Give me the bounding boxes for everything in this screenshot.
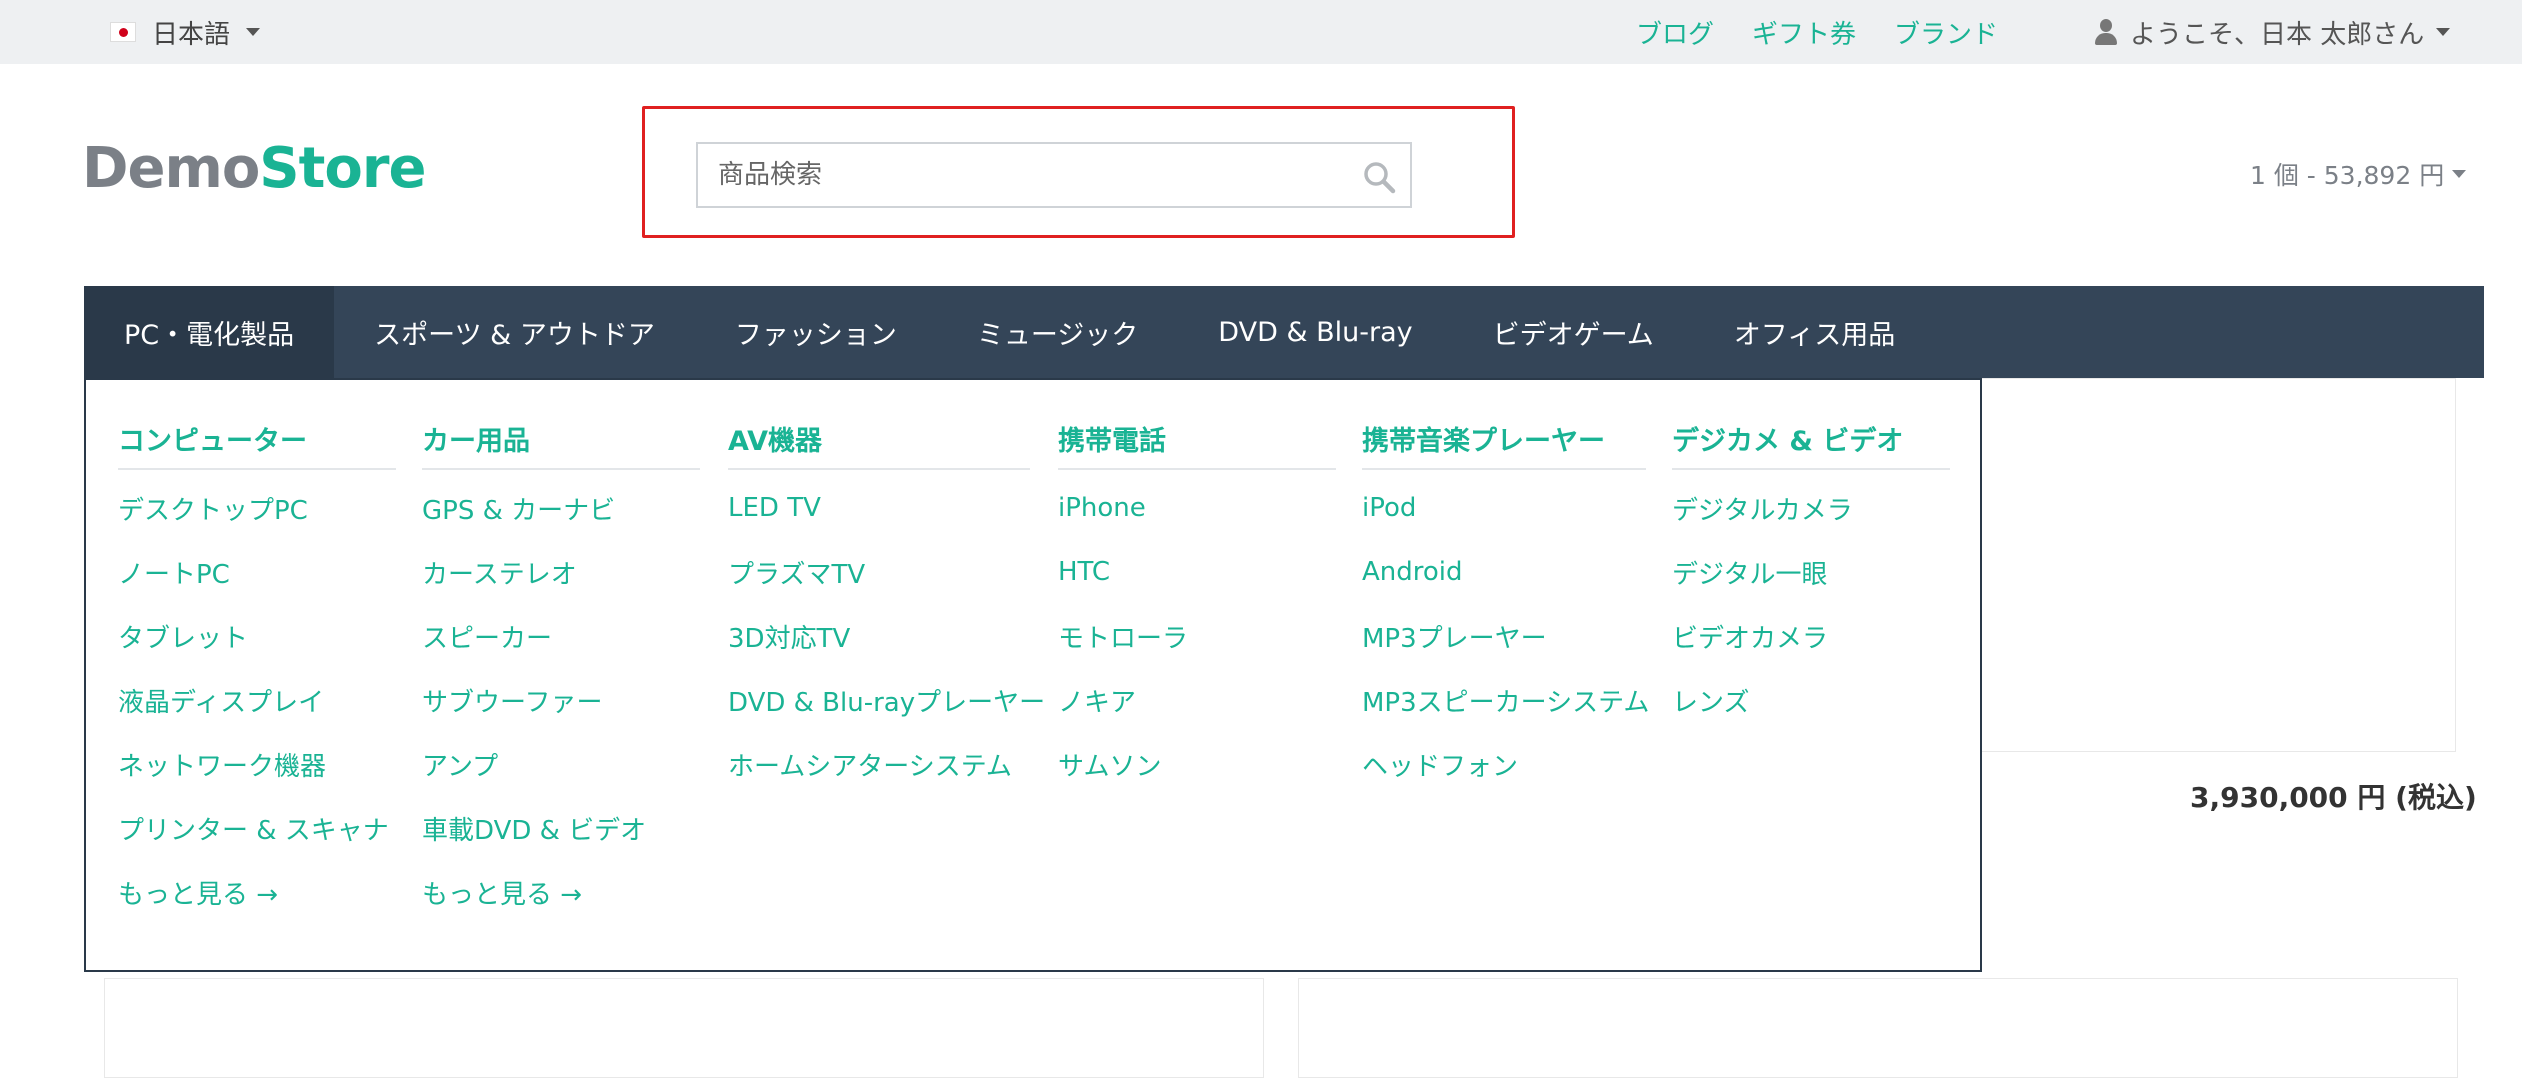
search-box bbox=[696, 142, 1412, 208]
nav-item-sports-outdoor[interactable]: スポーツ & アウトドア bbox=[334, 286, 695, 378]
menu-column-title[interactable]: 携帯電話 bbox=[1058, 414, 1336, 470]
product-card[interactable] bbox=[1960, 378, 2456, 752]
menu-column-title[interactable]: デジカメ & ビデオ bbox=[1672, 414, 1950, 470]
user-icon bbox=[2094, 19, 2118, 45]
menu-link[interactable]: ネットワーク機器 bbox=[118, 732, 396, 796]
menu-link[interactable]: レンズ bbox=[1672, 668, 1950, 732]
menu-link[interactable]: ノキア bbox=[1058, 668, 1336, 732]
menu-link[interactable]: DVD & Blu-rayプレーヤー bbox=[728, 668, 1045, 732]
chevron-down-icon bbox=[2436, 28, 2451, 36]
japan-flag-icon bbox=[110, 22, 136, 42]
menu-link[interactable]: デジタル一眼 bbox=[1672, 540, 1950, 604]
nav-item-video-games[interactable]: ビデオゲーム bbox=[1453, 286, 1694, 378]
menu-link[interactable]: プリンター & スキャナ bbox=[118, 796, 396, 860]
menu-link[interactable]: サムソン bbox=[1058, 732, 1336, 796]
logo-part-demo: Demo bbox=[82, 136, 260, 201]
menu-column-title[interactable]: AV機器 bbox=[728, 414, 1030, 470]
menu-link[interactable]: LED TV bbox=[728, 476, 1030, 540]
menu-link[interactable]: カーステレオ bbox=[422, 540, 700, 604]
menu-link[interactable]: MP3プレーヤー bbox=[1362, 604, 1646, 668]
menu-column-mobile-phones: 携帯電話 iPhone HTC モトローラ ノキア サムソン bbox=[1058, 414, 1336, 796]
cart-summary[interactable]: 1 個 - 53,892 円 bbox=[2250, 156, 2467, 192]
search-input[interactable] bbox=[698, 144, 1338, 206]
menu-column-cameras: デジカメ & ビデオ デジタルカメラ デジタル一眼 ビデオカメラ レンズ bbox=[1672, 414, 1950, 732]
menu-link[interactable]: タブレット bbox=[118, 604, 396, 668]
menu-link[interactable]: アンプ bbox=[422, 732, 700, 796]
user-greeting: ようこそ、日本 太郎さん bbox=[2130, 19, 2425, 50]
nav-item-dvd-bluray[interactable]: DVD & Blu-ray bbox=[1178, 286, 1452, 378]
menu-column-title[interactable]: コンピューター bbox=[118, 414, 396, 470]
logo-part-store: Store bbox=[259, 136, 426, 201]
product-card[interactable] bbox=[1298, 978, 2458, 1078]
menu-link[interactable]: Android bbox=[1362, 540, 1646, 604]
menu-link[interactable]: モトローラ bbox=[1058, 604, 1336, 668]
product-price: 3,930,000 円 (税込) bbox=[2190, 781, 2477, 814]
menu-link[interactable]: HTC bbox=[1058, 540, 1336, 604]
menu-link[interactable]: 液晶ディスプレイ bbox=[118, 668, 396, 732]
menu-link[interactable]: デスクトップPC bbox=[118, 476, 396, 540]
product-card[interactable] bbox=[104, 978, 1264, 1078]
menu-column-av: AV機器 LED TV プラズマTV 3D対応TV DVD & Blu-rayプ… bbox=[728, 414, 1045, 796]
menu-column-car-accessories: カー用品 GPS & カーナビ カーステレオ スピーカー サブウーファー アンプ… bbox=[422, 414, 700, 924]
menu-link[interactable]: スピーカー bbox=[422, 604, 700, 668]
menu-link[interactable]: デジタルカメラ bbox=[1672, 476, 1950, 540]
search-icon[interactable] bbox=[1362, 160, 1396, 194]
chevron-down-icon bbox=[2452, 170, 2467, 178]
menu-column-computers: コンピューター デスクトップPC ノートPC タブレット 液晶ディスプレイ ネッ… bbox=[118, 414, 396, 924]
menu-link[interactable]: iPhone bbox=[1058, 476, 1336, 540]
store-logo[interactable]: DemoStore bbox=[82, 136, 426, 202]
language-label: 日本語 bbox=[152, 19, 231, 50]
nav-item-pc-electronics[interactable]: PC・電化製品 bbox=[84, 286, 335, 378]
more-link[interactable]: もっと見る → bbox=[422, 860, 700, 924]
menu-column-music-players: 携帯音楽プレーヤー iPod Android MP3プレーヤー MP3スピーカー… bbox=[1362, 414, 1649, 796]
menu-link[interactable]: 車載DVD & ビデオ bbox=[422, 796, 700, 860]
menu-column-title[interactable]: カー用品 bbox=[422, 414, 700, 470]
nav-item-music[interactable]: ミュージック bbox=[937, 286, 1178, 378]
blog-link[interactable]: ブログ bbox=[1636, 14, 1714, 51]
menu-link[interactable]: MP3スピーカーシステム bbox=[1362, 668, 1649, 732]
top-links: ブログ ギフト券 ブランド bbox=[1636, 0, 1998, 64]
gift-card-link[interactable]: ギフト券 bbox=[1752, 14, 1856, 51]
cart-summary-text: 1 個 - 53,892 円 bbox=[2250, 161, 2445, 190]
menu-link[interactable]: ノートPC bbox=[118, 540, 396, 604]
menu-link[interactable]: ホームシアターシステム bbox=[728, 732, 1030, 796]
language-selector[interactable]: 日本語 bbox=[110, 0, 261, 64]
brand-link[interactable]: ブランド bbox=[1894, 14, 1998, 51]
menu-link[interactable]: プラズマTV bbox=[728, 540, 1030, 604]
menu-link[interactable]: GPS & カーナビ bbox=[422, 476, 700, 540]
menu-column-title[interactable]: 携帯音楽プレーヤー bbox=[1362, 414, 1646, 470]
menu-link[interactable]: サブウーファー bbox=[422, 668, 700, 732]
nav-item-fashion[interactable]: ファッション bbox=[695, 286, 937, 378]
nav-item-office-supplies[interactable]: オフィス用品 bbox=[1694, 286, 1935, 378]
more-link[interactable]: もっと見る → bbox=[118, 860, 396, 924]
top-bar: 日本語 ブログ ギフト券 ブランド ようこそ、日本 太郎さん bbox=[0, 0, 2522, 64]
menu-link[interactable]: iPod bbox=[1362, 476, 1646, 540]
chevron-down-icon bbox=[246, 28, 261, 36]
mega-menu-dropdown: コンピューター デスクトップPC ノートPC タブレット 液晶ディスプレイ ネッ… bbox=[84, 378, 1982, 972]
menu-link[interactable]: ヘッドフォン bbox=[1362, 732, 1646, 796]
user-menu[interactable]: ようこそ、日本 太郎さん bbox=[2094, 0, 2451, 64]
menu-link[interactable]: ビデオカメラ bbox=[1672, 604, 1950, 668]
menu-link[interactable]: 3D対応TV bbox=[728, 604, 1030, 668]
category-nav: PC・電化製品 スポーツ & アウトドア ファッション ミュージック DVD &… bbox=[84, 286, 2484, 378]
